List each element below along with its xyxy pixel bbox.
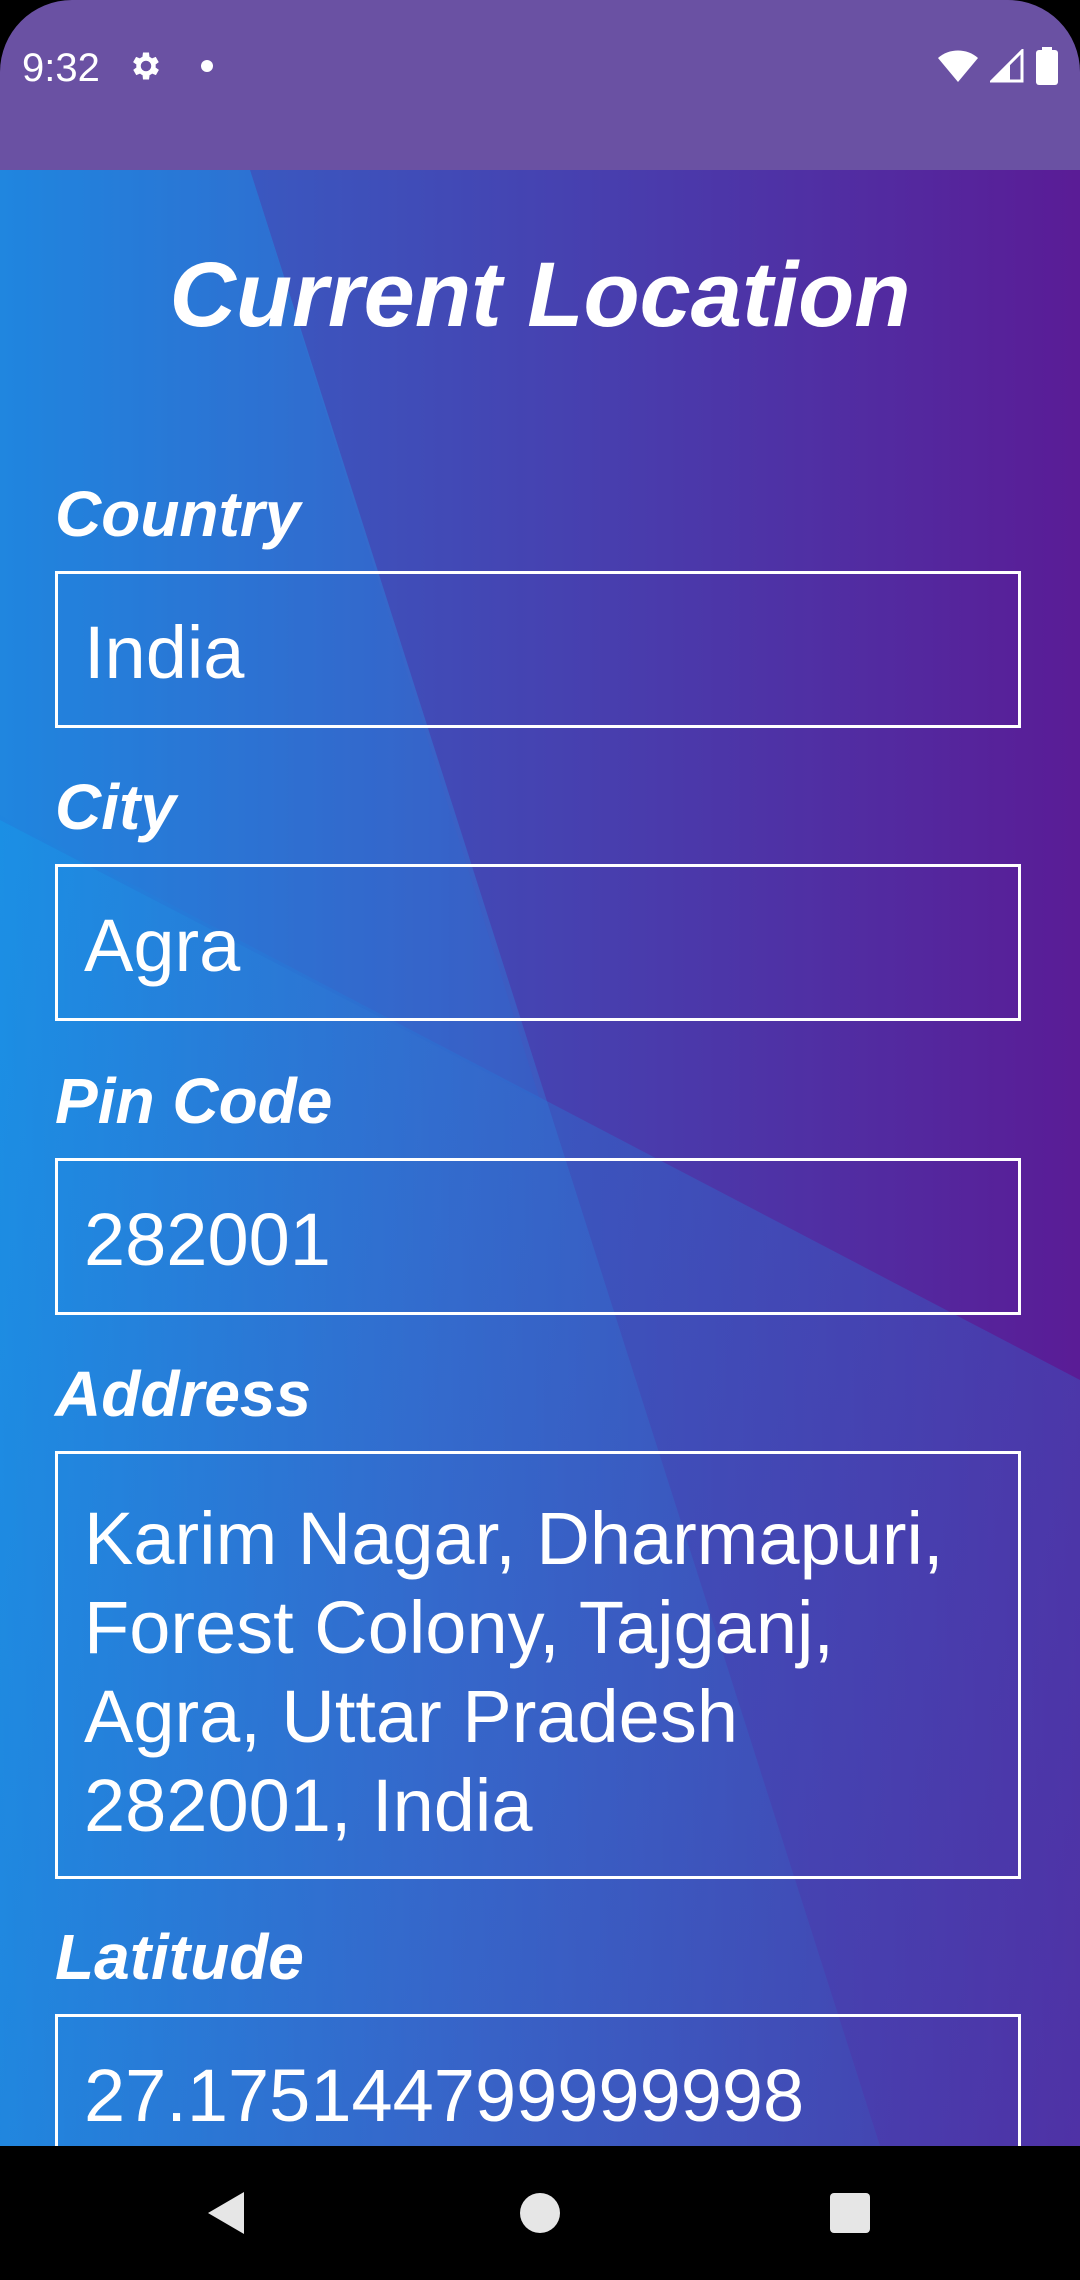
home-icon <box>520 2193 560 2233</box>
battery-icon <box>1036 47 1058 85</box>
back-icon <box>208 2192 244 2234</box>
address-label: Address <box>55 1358 312 1430</box>
city-field[interactable]: Agra <box>55 864 1021 1021</box>
cell-signal-icon <box>990 49 1024 83</box>
wifi-icon <box>938 50 978 82</box>
country-field[interactable]: India <box>55 571 1021 728</box>
recents-icon <box>830 2193 870 2233</box>
navigation-bar <box>0 2146 1080 2280</box>
pin-code-field[interactable]: 282001 <box>55 1158 1021 1315</box>
status-bar: 9:32 <box>0 0 1080 170</box>
latitude-label: Latitude <box>55 1921 304 1993</box>
latitude-field[interactable]: 27.175144799999998 <box>55 2014 1021 2146</box>
pin-code-label: Pin Code <box>55 1065 333 1137</box>
home-button[interactable] <box>470 2146 610 2280</box>
notification-dot-icon <box>201 60 213 72</box>
phone-screen: 9:32 Current Location Country India City… <box>0 0 1080 2280</box>
country-label: Country <box>55 478 301 550</box>
city-label: City <box>55 771 176 843</box>
status-icons <box>938 46 1058 86</box>
page-title: Current Location <box>169 244 911 346</box>
address-field[interactable]: Karim Nagar, Dharmapuri, Forest Colony, … <box>55 1451 1021 1879</box>
settings-gear-icon <box>133 52 159 80</box>
main-content: Current Location Country India City Agra… <box>0 170 1080 2146</box>
back-button[interactable] <box>156 2146 296 2280</box>
recents-button[interactable] <box>780 2146 920 2280</box>
status-time: 9:32 <box>22 46 100 90</box>
